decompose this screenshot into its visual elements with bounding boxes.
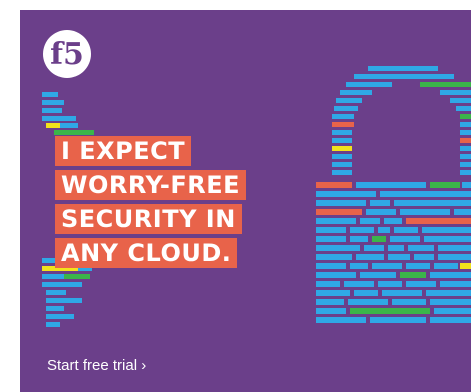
ad-banner[interactable]: f5 I EXPECT WORRY-FREE SECURITY IN ANY C… xyxy=(20,10,471,392)
headline-line-3: SECURITY IN xyxy=(55,204,242,234)
start-free-trial-link[interactable]: Start free trial › xyxy=(47,357,146,374)
headline-line-4: ANY CLOUD. xyxy=(55,238,238,268)
headline-line-1: I EXPECT xyxy=(55,136,192,166)
headline-line-2: WORRY-FREE xyxy=(55,170,246,200)
headline: I EXPECT WORRY-FREE SECURITY IN ANY CLOU… xyxy=(55,136,246,272)
